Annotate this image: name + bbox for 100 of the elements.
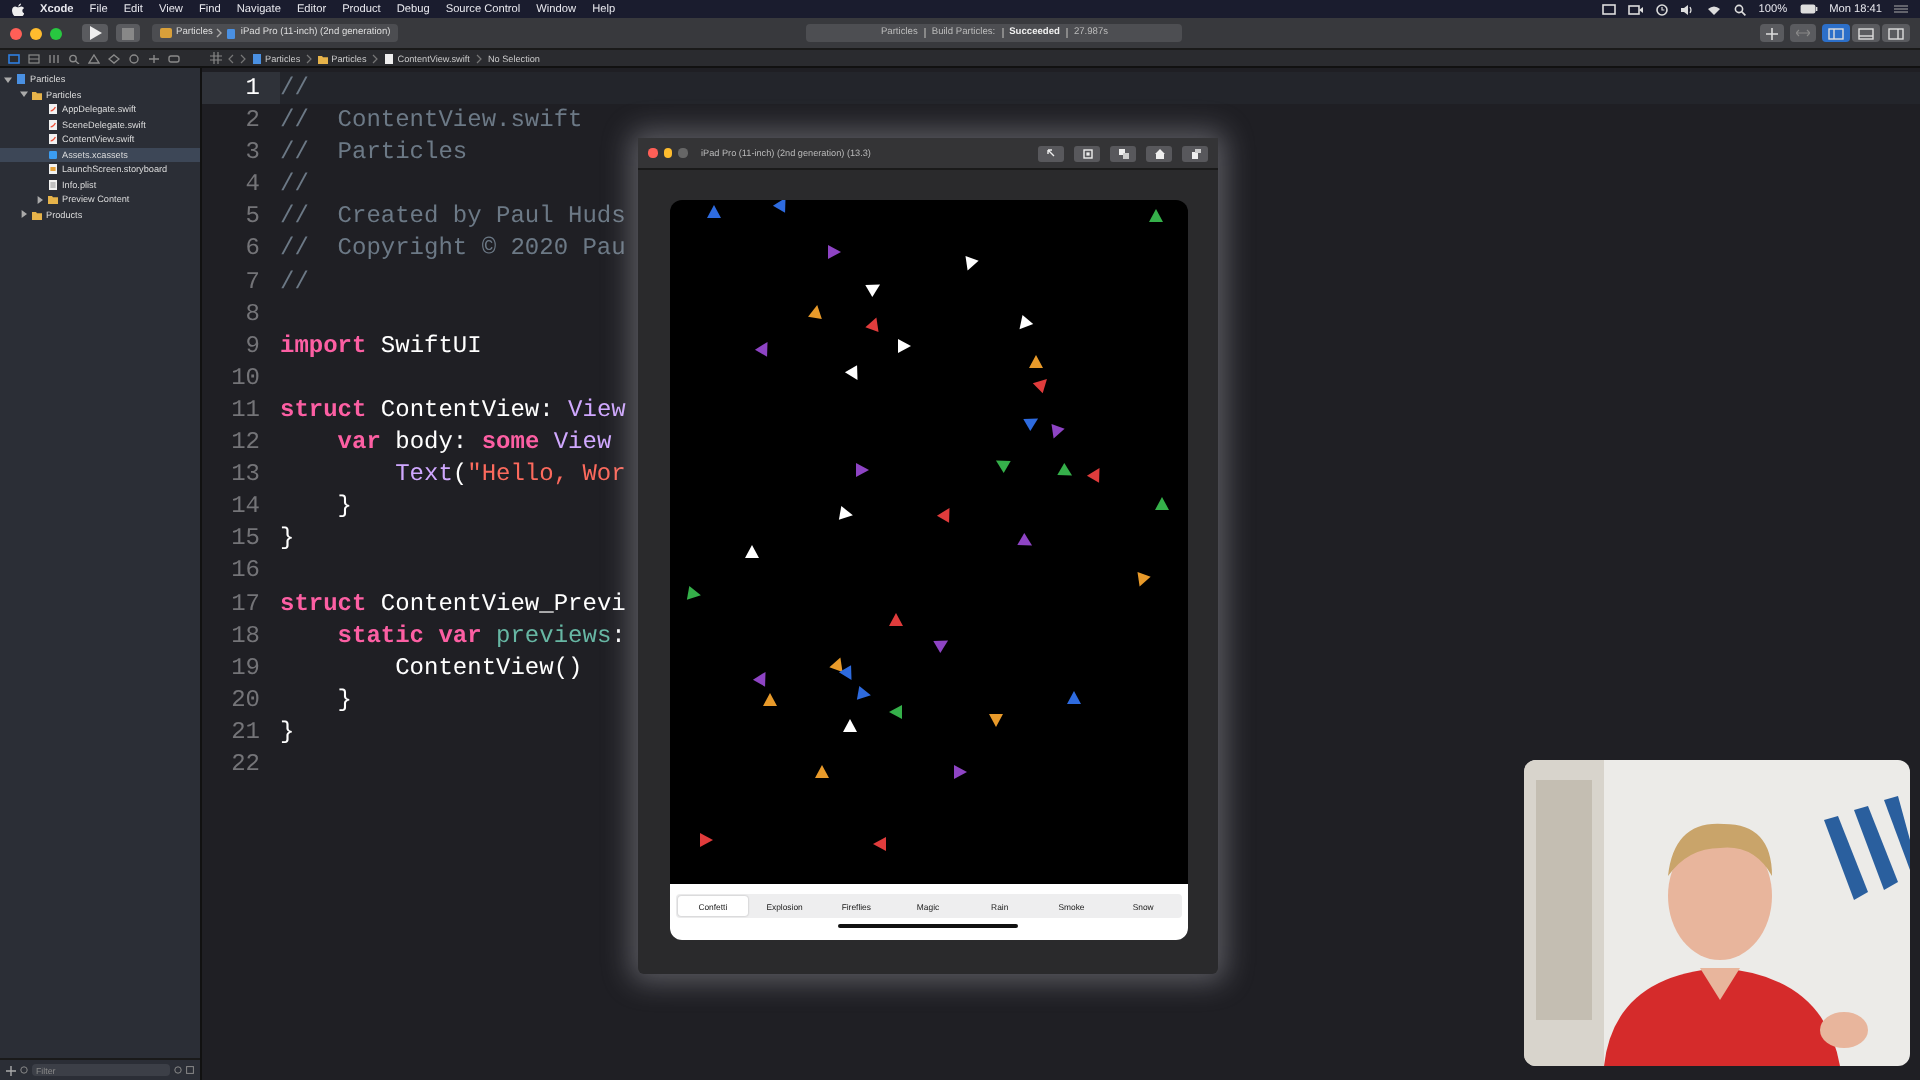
code-line: // xyxy=(280,170,309,199)
test-icon xyxy=(107,53,119,63)
line-number: 9 xyxy=(243,329,262,362)
minimize-button[interactable] xyxy=(663,148,672,158)
sidebar-right-icon xyxy=(1888,27,1904,39)
speaker-icon xyxy=(1680,3,1695,15)
app-icon xyxy=(160,28,172,38)
panel-toggle[interactable] xyxy=(1852,24,1880,42)
simulator-toolbar-button[interactable] xyxy=(1146,145,1172,161)
code-line: var body: some View xyxy=(335,428,612,457)
line-number: 1 xyxy=(202,72,280,105)
swift-file-icon xyxy=(48,119,58,130)
line-number: 16 xyxy=(229,554,262,587)
stop-icon xyxy=(1081,147,1093,159)
line-number: 20 xyxy=(229,683,262,716)
sidebar-left-icon xyxy=(1828,27,1844,39)
search-icon xyxy=(67,53,79,63)
navigator-tab[interactable] xyxy=(166,52,180,64)
symbols-icon xyxy=(47,53,59,63)
wifi-icon xyxy=(1706,3,1723,15)
simulator-toolbar-button[interactable] xyxy=(1038,145,1064,161)
code-line: struct ContentView_Previ xyxy=(280,589,626,617)
home-icon xyxy=(1153,147,1165,159)
simulator-toolbar-button[interactable] xyxy=(1110,145,1136,161)
code-line: // xyxy=(280,267,309,296)
storyboard-file-icon xyxy=(48,164,58,175)
add-icon xyxy=(6,1065,16,1075)
code-line: // ContentView.swift xyxy=(280,106,583,135)
line-number: 17 xyxy=(229,587,262,620)
clock-icon xyxy=(174,1066,182,1074)
code-line: } xyxy=(280,524,295,553)
navigator-tab[interactable] xyxy=(86,52,100,64)
library-button[interactable] xyxy=(1760,24,1784,42)
folder-icon xyxy=(32,89,42,100)
line-number: 19 xyxy=(229,651,262,684)
line-number: 7 xyxy=(243,265,262,298)
close-button[interactable] xyxy=(10,27,22,39)
panel-toggle[interactable] xyxy=(1822,24,1850,42)
display-icon xyxy=(1602,3,1617,15)
run-button[interactable] xyxy=(82,24,108,42)
line-number: 21 xyxy=(229,715,262,748)
grid-icon xyxy=(186,1066,194,1074)
code-line: } xyxy=(335,685,353,714)
rotate-icon xyxy=(1189,147,1201,159)
chevron-icon xyxy=(372,53,379,63)
panel-toggle[interactable] xyxy=(1882,24,1910,42)
back-icon xyxy=(228,53,234,63)
code-line: } xyxy=(280,717,295,746)
navigator-tab[interactable] xyxy=(106,52,120,64)
code-line: struct ContentView: View xyxy=(280,395,626,424)
breakpoint-icon xyxy=(147,53,159,63)
swift-file-icon xyxy=(48,104,58,115)
code-line: // Particles xyxy=(280,138,468,167)
code-line: ContentView() xyxy=(393,653,583,682)
stop-button[interactable] xyxy=(116,24,140,42)
navigator-tab[interactable] xyxy=(66,52,80,64)
navigator-tab[interactable] xyxy=(46,52,60,64)
apple-icon xyxy=(12,2,24,16)
zoom-button[interactable] xyxy=(678,148,687,158)
plus-icon xyxy=(1766,27,1778,39)
warning-icon xyxy=(87,53,99,63)
plist-file-icon xyxy=(48,179,58,190)
line-number: 13 xyxy=(229,458,262,491)
line-number: 14 xyxy=(229,490,262,523)
close-button[interactable] xyxy=(648,148,657,158)
navigator-tab[interactable] xyxy=(146,52,160,64)
line-number: 22 xyxy=(229,747,262,781)
line-number: 4 xyxy=(243,168,262,201)
folder-tab-icon xyxy=(7,53,19,63)
ipad-icon xyxy=(226,27,237,39)
code-line: // Copyright © 2020 Pau xyxy=(280,234,626,263)
search-icon xyxy=(1734,3,1747,15)
source-control-icon xyxy=(27,53,39,63)
line-number: 10 xyxy=(229,361,262,394)
code-line: // Created by Paul Huds xyxy=(280,202,626,231)
zoom-button[interactable] xyxy=(50,27,62,39)
camera-icon xyxy=(1628,3,1645,15)
simulator-toolbar-button[interactable] xyxy=(1074,145,1100,161)
line-number: 5 xyxy=(243,200,262,233)
line-number: 11 xyxy=(229,393,262,427)
code-line: import SwiftUI xyxy=(280,331,482,360)
navigator-tab[interactable] xyxy=(26,52,40,64)
line-number: 15 xyxy=(229,522,262,555)
debug-icon xyxy=(127,53,139,63)
stop-icon xyxy=(122,27,134,39)
line-number: 2 xyxy=(243,104,262,137)
play-icon xyxy=(88,26,102,40)
line-number: 6 xyxy=(243,232,262,266)
navigator-tab[interactable] xyxy=(6,52,20,64)
project-file-icon xyxy=(252,53,262,63)
pointer-icon xyxy=(1045,147,1057,159)
minimize-button[interactable] xyxy=(30,27,42,39)
code-line: static var previews: xyxy=(335,621,626,650)
code-line: // xyxy=(280,74,309,102)
battery-icon xyxy=(1799,4,1818,14)
clock-icon xyxy=(1656,3,1669,15)
code-line: Text("Hello, Wor xyxy=(393,460,626,489)
navigator-tab[interactable] xyxy=(126,52,140,64)
code-review-button[interactable] xyxy=(1790,24,1816,42)
simulator-toolbar-button[interactable] xyxy=(1182,145,1208,161)
